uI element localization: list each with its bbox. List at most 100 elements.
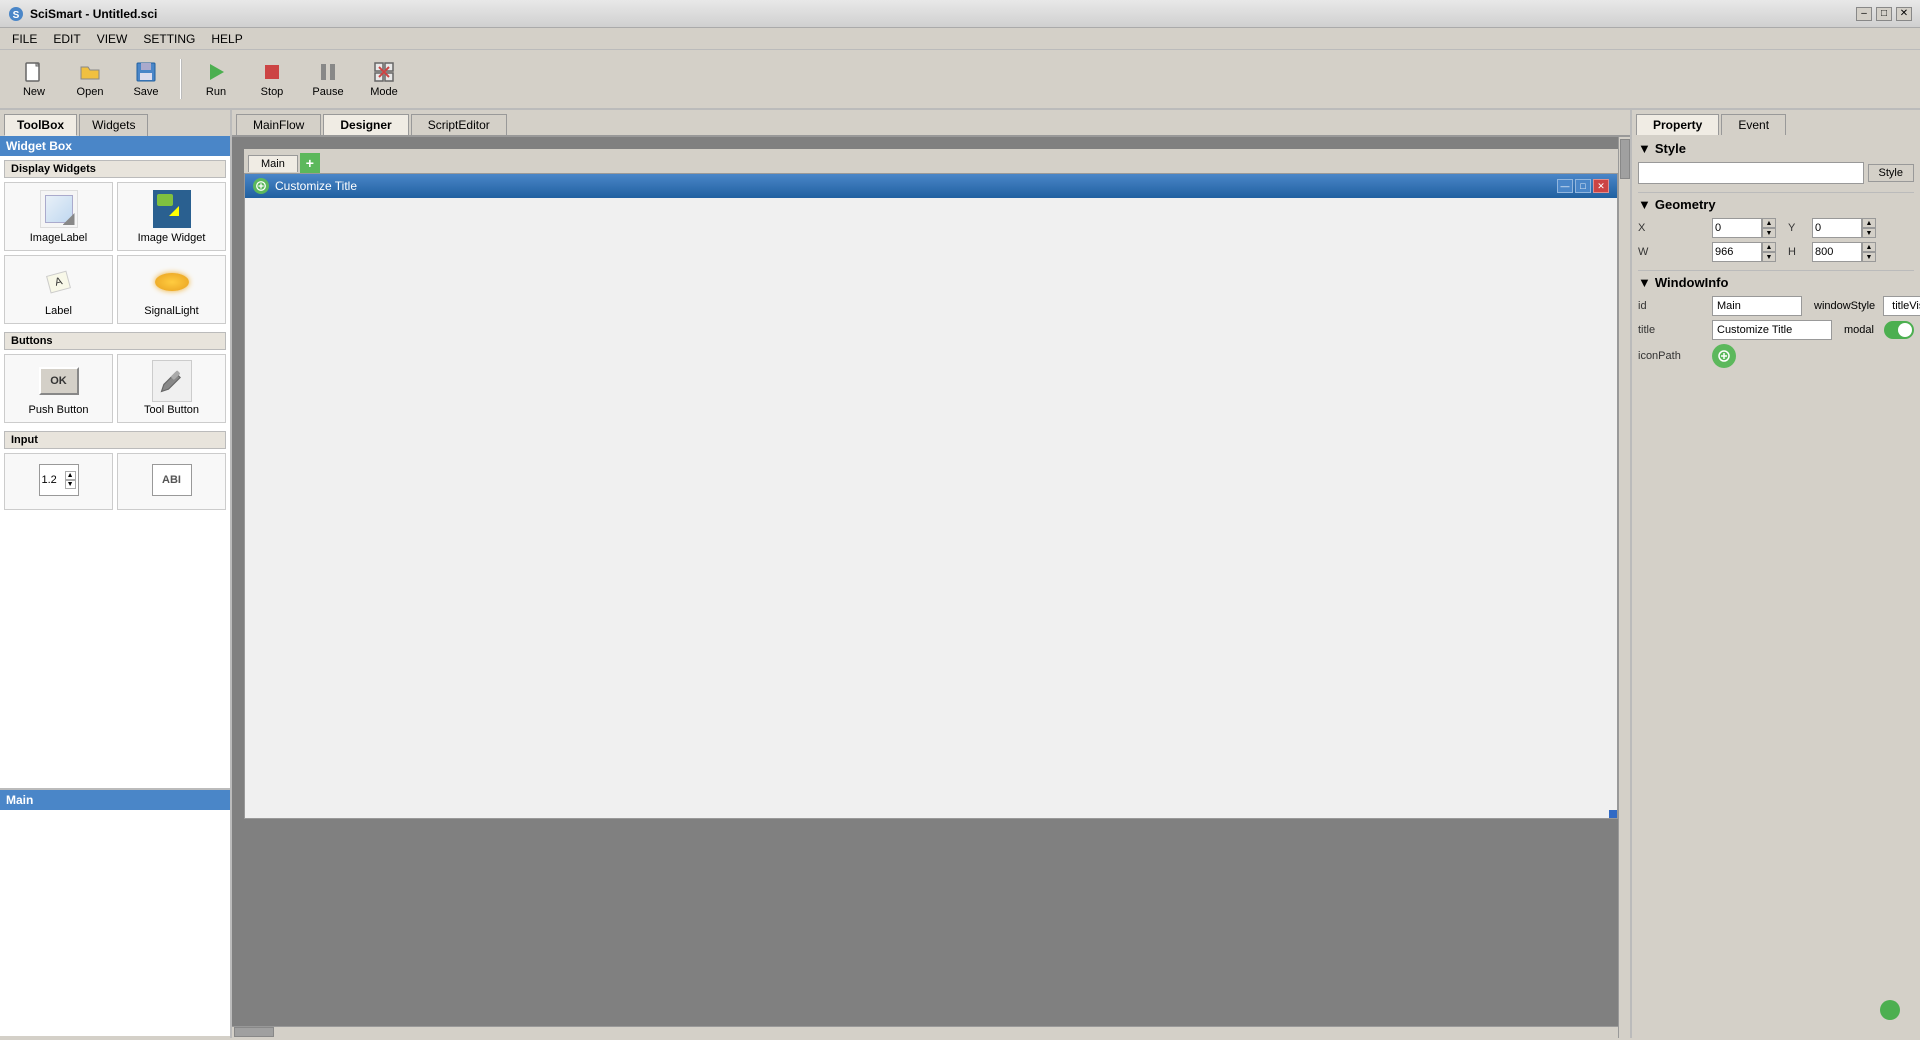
toolbar-stop-label: Stop (261, 86, 284, 98)
windowinfo-iconpath-label: iconPath (1638, 350, 1708, 362)
widget-num-input[interactable]: 1.2 ▲ ▼ (4, 453, 113, 510)
section-buttons[interactable]: Buttons (4, 332, 226, 350)
toolbar-open-label: Open (77, 86, 104, 98)
window-minimize-button[interactable]: — (1557, 179, 1573, 193)
tab-widgets[interactable]: Widgets (79, 114, 148, 136)
windowinfo-windowstyle-select[interactable]: titleVisia (1883, 296, 1920, 316)
windowinfo-modal-label: modal (1844, 324, 1874, 336)
geometry-h-spin: ▲ ▼ (1812, 242, 1876, 262)
canvas-area: Main + Customize Title (232, 137, 1630, 1038)
widget-image-widget[interactable]: Image Widget (117, 182, 226, 251)
style-section: ▼ Style Style (1638, 141, 1914, 184)
geometry-x-spin-buttons: ▲ ▼ (1762, 218, 1776, 238)
widget-box-header: Widget Box (0, 136, 230, 156)
windowinfo-title-label: title (1638, 324, 1708, 336)
section-display-widgets[interactable]: Display Widgets (4, 160, 226, 178)
tab-mainflow[interactable]: MainFlow (236, 114, 321, 135)
geometry-y-input[interactable] (1812, 218, 1862, 238)
geometry-w-up[interactable]: ▲ (1762, 242, 1776, 252)
geometry-x-input[interactable] (1712, 218, 1762, 238)
designer-window-titlebar: Customize Title — □ ✕ (245, 174, 1617, 198)
geometry-x-label: X (1638, 222, 1708, 234)
geometry-x-down[interactable]: ▼ (1762, 228, 1776, 238)
new-icon (22, 60, 46, 84)
run-icon (204, 60, 228, 84)
windowinfo-id-input[interactable] (1712, 296, 1802, 316)
right-panel: Property Event ▼ Style Style (1630, 110, 1920, 1038)
resize-handle[interactable] (1609, 810, 1617, 818)
tab-scripteditor[interactable]: ScriptEditor (411, 114, 507, 135)
geometry-w-input[interactable] (1712, 242, 1762, 262)
minimize-button[interactable]: – (1856, 7, 1872, 21)
style-button[interactable]: Style (1868, 164, 1914, 182)
menu-edit[interactable]: EDIT (45, 30, 88, 48)
open-icon (78, 60, 102, 84)
widget-push-button[interactable]: OK Push Button (4, 354, 113, 423)
style-section-header[interactable]: ▼ Style (1638, 141, 1914, 156)
designer-window-icon (253, 178, 269, 194)
windowinfo-id-label: id (1638, 300, 1708, 312)
widget-label[interactable]: A Label (4, 255, 113, 324)
geometry-x-up[interactable]: ▲ (1762, 218, 1776, 228)
geometry-y-up[interactable]: ▲ (1862, 218, 1876, 228)
svg-text:S: S (13, 10, 20, 21)
designer-tab-main[interactable]: Main (248, 155, 298, 172)
geometry-label: Geometry (1655, 197, 1716, 212)
geometry-w-down[interactable]: ▼ (1762, 252, 1776, 262)
windowinfo-iconpath-button[interactable] (1712, 344, 1736, 368)
geometry-w-label: W (1638, 246, 1708, 258)
toolbar-open-button[interactable]: Open (64, 53, 116, 105)
menu-file[interactable]: FILE (4, 30, 45, 48)
geometry-h-up[interactable]: ▲ (1862, 242, 1876, 252)
geometry-y-spin-buttons: ▲ ▼ (1862, 218, 1876, 238)
geometry-y-down[interactable]: ▼ (1862, 228, 1876, 238)
tab-event[interactable]: Event (1721, 114, 1786, 135)
toolbar-pause-button[interactable]: Pause (302, 53, 354, 105)
close-button[interactable]: ✕ (1896, 7, 1912, 21)
tab-property[interactable]: Property (1636, 114, 1719, 135)
tab-designer[interactable]: Designer (323, 114, 408, 135)
tab-toolbox[interactable]: ToolBox (4, 114, 77, 136)
widget-signal-light[interactable]: SignalLight (117, 255, 226, 324)
pause-icon (316, 60, 340, 84)
designer-add-tab-button[interactable]: + (300, 153, 320, 173)
canvas-scrollbar-vertical[interactable] (1618, 137, 1630, 1038)
section-input[interactable]: Input (4, 431, 226, 449)
menu-view[interactable]: VIEW (89, 30, 136, 48)
style-collapse-icon: ▼ (1638, 141, 1651, 156)
green-status-dot[interactable] (1880, 1000, 1900, 1020)
toolbar-save-button[interactable]: Save (120, 53, 172, 105)
toolbar-new-button[interactable]: New (8, 53, 60, 105)
label-icon: A (39, 262, 79, 302)
title-bar-left: S SciSmart - Untitled.sci (8, 6, 157, 22)
toolbar-stop-button[interactable]: Stop (246, 53, 298, 105)
geometry-h-down[interactable]: ▼ (1862, 252, 1876, 262)
divider-1 (1638, 192, 1914, 193)
window-maximize-button[interactable]: □ (1575, 179, 1591, 193)
geometry-y-label: Y (1788, 222, 1808, 234)
save-icon (134, 60, 158, 84)
widget-tool-button[interactable]: Tool Button (117, 354, 226, 423)
windowinfo-section-header[interactable]: ▼ WindowInfo (1638, 275, 1914, 290)
divider-2 (1638, 270, 1914, 271)
tool-button-icon (152, 361, 192, 401)
windowinfo-windowstyle-label: windowStyle (1814, 300, 1875, 312)
menu-help[interactable]: HELP (203, 30, 250, 48)
style-input-row: Style (1638, 162, 1914, 184)
windowinfo-modal-toggle[interactable] (1884, 321, 1914, 339)
windowinfo-id-row: id windowStyle titleVisia (1638, 296, 1914, 316)
widget-image-label[interactable]: ImageLabel (4, 182, 113, 251)
style-input[interactable] (1638, 162, 1864, 184)
widget-text-input[interactable]: ABI (117, 453, 226, 510)
toolbar-mode-button[interactable]: Mode (358, 53, 410, 105)
designer-canvas[interactable] (245, 198, 1617, 818)
designer-window-title: Customize Title (275, 179, 357, 193)
canvas-scrollbar-horizontal[interactable] (232, 1026, 1618, 1038)
maximize-button[interactable]: □ (1876, 7, 1892, 21)
window-close-button[interactable]: ✕ (1593, 179, 1609, 193)
geometry-h-input[interactable] (1812, 242, 1862, 262)
windowinfo-title-input[interactable] (1712, 320, 1832, 340)
geometry-section-header[interactable]: ▼ Geometry (1638, 197, 1914, 212)
menu-setting[interactable]: SETTING (135, 30, 203, 48)
toolbar-run-button[interactable]: Run (190, 53, 242, 105)
